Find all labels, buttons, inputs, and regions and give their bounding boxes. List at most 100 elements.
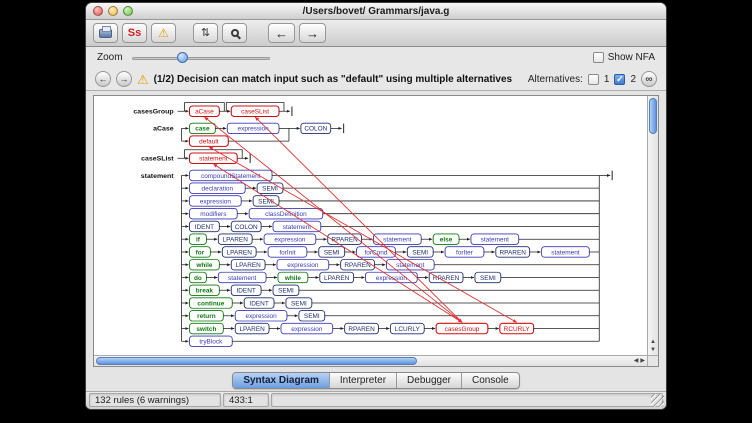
resize-grip[interactable] [651, 394, 664, 407]
svg-text:else: else [440, 237, 453, 244]
vertical-scrollbar[interactable]: ▲ ▼ [647, 96, 658, 355]
svg-text:expression: expression [291, 326, 323, 333]
svg-text:classDefinition: classDefinition [265, 211, 307, 218]
tab-syntax-diagram[interactable]: Syntax Diagram [233, 373, 330, 388]
back-arrow-icon: ← [275, 27, 288, 40]
svg-text:SEMI: SEMI [262, 186, 278, 193]
svg-text:expression: expression [376, 275, 408, 282]
svg-text:aCase: aCase [195, 109, 214, 116]
scroll-right-button[interactable]: ▶ [640, 357, 645, 365]
svg-text:statement: statement [228, 275, 257, 282]
svg-text:COLON: COLON [304, 126, 327, 133]
maximize-button[interactable] [123, 6, 133, 16]
syntax-diagram-svg: casesGroupaCasecaseSListaCasecaseexpress… [94, 96, 647, 355]
svg-text:return: return [197, 313, 216, 320]
forward-button[interactable]: → [299, 23, 326, 43]
scroll-up-button[interactable]: ▲ [648, 338, 658, 346]
syntax-diagram-canvas[interactable]: casesGroupaCasecaseSListaCasecaseexpress… [94, 96, 647, 355]
print-button[interactable] [93, 23, 118, 43]
warning-icon: ⚠ [158, 27, 169, 39]
svg-text:casesGroup: casesGroup [445, 326, 480, 333]
svg-text:default: default [199, 139, 219, 146]
vertical-scroll-arrows: ▲ ▼ [648, 338, 658, 354]
svg-text:aCase: aCase [153, 126, 174, 133]
svg-text:RPAREN: RPAREN [331, 237, 358, 244]
svg-text:expression: expression [287, 262, 319, 269]
print-icon [99, 29, 112, 38]
tab-bar: Syntax DiagramInterpreterDebuggerConsole [86, 370, 666, 391]
svg-text:LPAREN: LPAREN [239, 326, 265, 333]
rules-count-status: 132 rules (6 warnings) [89, 393, 221, 407]
tab-debugger[interactable]: Debugger [397, 373, 462, 388]
svg-text:break: break [196, 288, 214, 295]
zoom-row: Zoom Show NFA [86, 47, 666, 68]
svg-text:IDENT: IDENT [237, 288, 256, 295]
horizontal-scrollbar-thumb[interactable] [96, 357, 417, 365]
alternative-1-checkbox[interactable] [588, 74, 599, 85]
svg-text:do: do [194, 275, 202, 282]
warning-bar: ← → ⚠ (1/2) Decision can match input suc… [86, 68, 666, 91]
svg-text:declaration: declaration [202, 186, 234, 193]
svg-text:forCond: forCond [364, 249, 387, 256]
vertical-scrollbar-thumb[interactable] [649, 98, 657, 134]
scrollbar-corner [647, 355, 658, 366]
minimize-button[interactable] [108, 6, 118, 16]
zoom-slider-knob[interactable] [177, 52, 188, 63]
zoom-label: Zoom [97, 52, 123, 63]
show-nfa-group: Show NFA [593, 52, 655, 63]
svg-text:SEMI: SEMI [258, 198, 274, 205]
svg-text:for: for [196, 249, 205, 256]
svg-text:LPAREN: LPAREN [223, 237, 249, 244]
svg-text:compoundStatement: compoundStatement [201, 173, 261, 180]
previous-warning-icon: ← [99, 74, 108, 84]
alternative-2-label: 2 [630, 74, 636, 85]
titlebar[interactable]: /Users/bovet/ Grammars/java.g [86, 3, 666, 20]
svg-text:LPAREN: LPAREN [235, 262, 261, 269]
svg-text:expression: expression [274, 237, 306, 244]
svg-text:statement: statement [551, 249, 580, 256]
alternative-1-label: 1 [604, 74, 610, 85]
svg-text:SEMI: SEMI [278, 288, 294, 295]
find-button[interactable] [222, 23, 247, 43]
svg-text:SEMI: SEMI [480, 275, 496, 282]
horizontal-scrollbar[interactable]: ◀ ▶ [94, 355, 647, 366]
warning-message: (1/2) Decision can match input such as "… [154, 74, 512, 85]
scroll-left-button[interactable]: ◀ [634, 357, 639, 365]
show-nfa-checkbox[interactable] [593, 52, 604, 63]
tab-interpreter[interactable]: Interpreter [330, 373, 397, 388]
check-icon: ✓ [616, 75, 624, 84]
svg-text:RPAREN: RPAREN [433, 275, 460, 282]
svg-text:expression: expression [238, 126, 270, 133]
back-button[interactable]: ← [268, 23, 295, 43]
caret-position-status: 433:1 [223, 393, 269, 407]
syntax-coloring-button[interactable]: Ss [122, 23, 147, 43]
close-button[interactable] [93, 6, 103, 16]
status-spacer [271, 393, 663, 407]
previous-warning-button[interactable]: ← [95, 71, 111, 87]
link-alternatives-button[interactable]: ∞ [641, 71, 657, 87]
zoom-slider[interactable] [132, 51, 270, 65]
svg-text:COLON: COLON [235, 224, 258, 231]
alternative-2-checkbox[interactable]: ✓ [614, 74, 625, 85]
svg-text:switch: switch [196, 326, 216, 333]
svg-text:RPAREN: RPAREN [344, 262, 371, 269]
svg-text:forInit: forInit [279, 249, 295, 256]
svg-text:LPAREN: LPAREN [227, 249, 253, 256]
svg-text:IDENT: IDENT [249, 301, 268, 308]
svg-text:IDENT: IDENT [195, 224, 214, 231]
svg-text:while: while [284, 275, 302, 282]
svg-text:forIter: forIter [456, 249, 473, 256]
next-warning-button[interactable]: → [116, 71, 132, 87]
svg-text:SEMI: SEMI [412, 249, 428, 256]
svg-text:SEMI: SEMI [304, 313, 320, 320]
warnings-button[interactable]: ⚠ [151, 23, 176, 43]
show-nfa-label: Show NFA [608, 52, 655, 63]
zoom-slider-track [132, 57, 270, 60]
tab-console[interactable]: Console [462, 373, 519, 388]
svg-text:expression: expression [200, 198, 232, 205]
svg-text:caseSList: caseSList [241, 109, 269, 116]
svg-text:statement: statement [199, 156, 228, 163]
scroll-down-button[interactable]: ▼ [648, 346, 658, 354]
svg-text:statement: statement [481, 237, 510, 244]
sort-rules-button[interactable]: ⇅ [193, 23, 218, 43]
